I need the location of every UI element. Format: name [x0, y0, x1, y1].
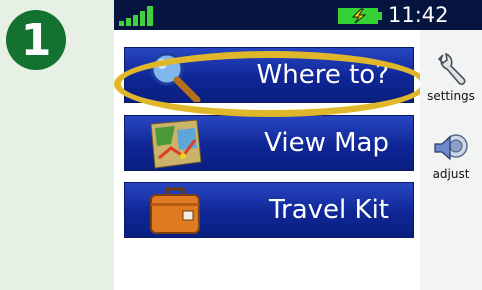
travel-kit-button[interactable]: Travel Kit: [124, 182, 414, 238]
status-bar: 11:42: [114, 0, 482, 30]
signal-strength-icon: [119, 6, 153, 26]
magnifier-icon: [150, 52, 201, 102]
map-icon: [150, 119, 202, 169]
battery-charging-icon: [338, 8, 382, 24]
suitcase-icon: [150, 187, 200, 234]
view-map-label: View Map: [264, 128, 389, 158]
view-map-button[interactable]: View Map: [124, 115, 414, 171]
travel-kit-label: Travel Kit: [268, 195, 389, 225]
settings-label: settings: [427, 89, 475, 103]
adjust-button[interactable]: adjust: [420, 130, 482, 181]
settings-button[interactable]: settings: [420, 52, 482, 103]
clock-time: 11:42: [388, 3, 449, 27]
where-to-button[interactable]: Where to?: [124, 47, 414, 103]
device-screen: 11:42 Where to? View Map Travel Kit sett…: [114, 0, 482, 290]
step-number-badge: 1: [6, 10, 66, 70]
side-panel: settings adjust: [420, 30, 482, 290]
wrench-icon: [437, 52, 466, 85]
adjust-label: adjust: [432, 167, 470, 181]
where-to-label: Where to?: [256, 60, 389, 90]
speaker-icon: [434, 134, 468, 161]
